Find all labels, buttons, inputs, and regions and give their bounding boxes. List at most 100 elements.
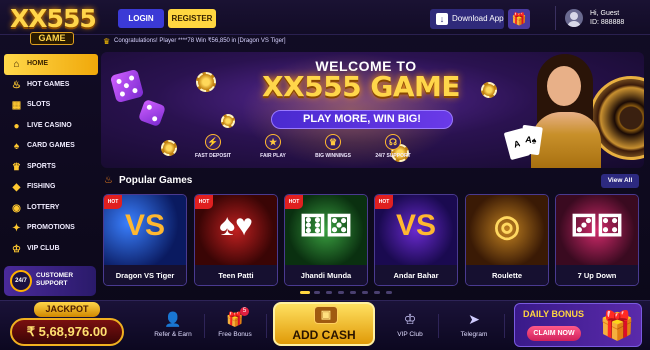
- sidebar-item-vip-club[interactable]: ♔ VIP CLUB: [4, 239, 98, 260]
- download-app-label: Download App: [452, 14, 504, 23]
- customer-support-button[interactable]: 24/7 CUSTOMER SUPPORT: [4, 266, 96, 296]
- carousel-dots: [300, 291, 420, 295]
- popular-games-title: Popular Games: [119, 175, 193, 186]
- crown-icon: ♔: [12, 243, 21, 255]
- game-tile-roulette[interactable]: ◎ Roulette: [465, 194, 549, 286]
- logo-sub-text: GAME: [30, 32, 74, 45]
- support-line-1: CUSTOMER: [36, 272, 74, 279]
- jackpot-widget: JACKPOT ₹ 5,68,976.00: [8, 302, 126, 348]
- purple-dice-icon: [109, 68, 145, 104]
- jackpot-label: JACKPOT: [34, 302, 100, 317]
- game-artwork: ◎: [466, 195, 548, 265]
- sidebar-nav: ⌂ HOME ♨ HOT GAMES ▦ SLOTS ● LIVE CASINO ♠ CARD G…: [4, 54, 98, 298]
- sidebar-item-home[interactable]: ⌂ HOME: [4, 54, 98, 75]
- tab-label: Refer & Earn: [154, 331, 192, 338]
- fire-icon: ♨: [104, 175, 113, 186]
- user-info: Hi, Guest ID: 888888: [590, 9, 624, 27]
- game-title: Jhandi Munda: [285, 265, 367, 285]
- gift-box-icon: 🎁: [599, 310, 635, 341]
- tab-label: Free Bonus: [218, 331, 252, 338]
- telegram-icon: ➤: [468, 311, 480, 327]
- gift-icon: 🎁: [226, 311, 244, 327]
- hero-banner[interactable]: A A♠ WELCOME TO XX555 GAME PLAY MORE, WI…: [101, 52, 644, 168]
- gift-button[interactable]: 🎁: [508, 9, 530, 29]
- game-tile-dragon-vs-tiger[interactable]: VS HOT Dragon VS Tiger: [103, 194, 187, 286]
- feature-label: FAIR PLAY: [260, 153, 286, 159]
- feature-24-7-support: ☊ 24/7 SUPPORT: [363, 134, 423, 159]
- logo-main-text: XX555: [10, 4, 97, 33]
- gift-icon: 🎁: [511, 12, 527, 26]
- sidebar-item-promotions[interactable]: ✦ PROMOTIONS: [4, 218, 98, 239]
- view-all-button[interactable]: View All: [601, 174, 639, 188]
- tab-separator: [504, 314, 505, 338]
- add-cash-button[interactable]: ▣ ADD CASH: [273, 302, 375, 346]
- coin-icon: [161, 140, 177, 156]
- game-title: Andar Bahar: [375, 265, 457, 285]
- game-artwork: ⚂⚃: [556, 195, 638, 265]
- game-title: Roulette: [466, 265, 548, 285]
- sidebar-item-slots[interactable]: ▦ SLOTS: [4, 95, 98, 116]
- sidebar-item-label: LOTTERY: [27, 203, 60, 211]
- add-cash-label: ADD CASH: [292, 328, 356, 342]
- game-tile-jhandi-munda[interactable]: ⚅⚄ HOT Jhandi Munda: [284, 194, 368, 286]
- home-icon: ⌂: [13, 59, 20, 70]
- slots-icon: ▦: [11, 100, 22, 111]
- tab-label: Telegram: [460, 331, 488, 338]
- headset-icon: ☊: [385, 134, 401, 150]
- sidebar-item-label: SLOTS: [27, 101, 51, 108]
- tab-refer-earn[interactable]: 👤 Refer & Earn: [143, 310, 203, 338]
- sidebar-item-card-games[interactable]: ♠ CARD GAMES: [4, 136, 98, 157]
- lottery-icon: ◉: [12, 202, 21, 214]
- tab-free-bonus[interactable]: 🎁 5 Free Bonus: [205, 307, 265, 338]
- sidebar-item-label: SPORTS: [27, 162, 56, 170]
- sidebar-item-live-casino[interactable]: ● LIVE CASINO: [4, 116, 98, 137]
- app-root: XX555 GAME LOGIN REGISTER ↓ Download App…: [0, 0, 650, 350]
- sidebar-item-fishing[interactable]: ◆ FISHING: [4, 177, 98, 198]
- crown-icon: ♔: [403, 311, 417, 327]
- download-app-button[interactable]: ↓ Download App: [430, 9, 504, 29]
- greeting-text: Hi, Guest: [590, 10, 620, 17]
- user-id-text: ID: 888888: [590, 19, 625, 26]
- jackpot-value: ₹ 5,68,976.00: [10, 318, 124, 346]
- register-button[interactable]: REGISTER: [168, 9, 216, 28]
- playing-card-icon: A♠: [519, 124, 543, 156]
- tab-label: VIP Club: [397, 331, 423, 338]
- hot-badge: HOT: [285, 195, 303, 209]
- trophy-icon: ♛: [12, 161, 21, 173]
- tab-separator: [266, 314, 267, 338]
- hot-badge: HOT: [375, 195, 393, 209]
- sidebar-item-lottery[interactable]: ◉ LOTTERY: [4, 198, 98, 219]
- game-tile-andar-bahar[interactable]: VS HOT Andar Bahar: [374, 194, 458, 286]
- avatar[interactable]: [565, 9, 583, 27]
- banner-subtitle: PLAY MORE, WIN BIG!: [271, 110, 453, 129]
- login-button[interactable]: LOGIN: [118, 9, 164, 28]
- purple-dice-icon: [137, 98, 167, 128]
- sidebar-item-label: HOME: [27, 60, 48, 67]
- sidebar-item-label: VIP CLUB: [27, 244, 60, 252]
- game-tile-teen-patti[interactable]: ♠♥ HOT Teen Patti: [194, 194, 278, 286]
- header-divider: [555, 6, 556, 30]
- coin-icon: [221, 114, 235, 128]
- hot-badge: HOT: [195, 195, 213, 209]
- refer-icon: 👤: [164, 311, 182, 327]
- daily-bonus-card[interactable]: DAILY BONUS CLAIM NOW 🎁: [514, 303, 642, 347]
- hot-badge: HOT: [104, 195, 122, 209]
- game-tile-7-up-down[interactable]: ⚂⚃ 7 Up Down: [555, 194, 639, 286]
- daily-bonus-label: DAILY BONUS: [523, 309, 585, 319]
- sidebar-item-sports[interactable]: ♛ SPORTS: [4, 157, 98, 178]
- ticker-text: Congratulations! Player ****78 Win ₹56,8…: [114, 38, 286, 44]
- support-24-7-icon: 24/7: [10, 270, 32, 292]
- site-logo[interactable]: XX555 GAME: [4, 2, 100, 48]
- banner-title: XX555 GAME: [261, 70, 461, 103]
- trophy-icon: ♛: [103, 37, 111, 46]
- game-art-glyph: VS: [124, 209, 166, 242]
- treasure-chest-icon: ▣: [314, 306, 338, 324]
- sidebar-item-hot-games[interactable]: ♨ HOT GAMES: [4, 75, 98, 96]
- lightning-icon: ⚡: [205, 134, 221, 150]
- sidebar-item-label: CARD GAMES: [27, 142, 75, 149]
- win-ticker: ♛ Congratulations! Player ****78 Win ₹56…: [100, 36, 650, 47]
- tab-telegram[interactable]: ➤ Telegram: [444, 310, 504, 338]
- feature-label: FAST DEPOSIT: [194, 153, 232, 159]
- claim-now-button[interactable]: CLAIM NOW: [527, 326, 581, 341]
- tab-vip-club[interactable]: ♔ VIP Club: [380, 310, 440, 338]
